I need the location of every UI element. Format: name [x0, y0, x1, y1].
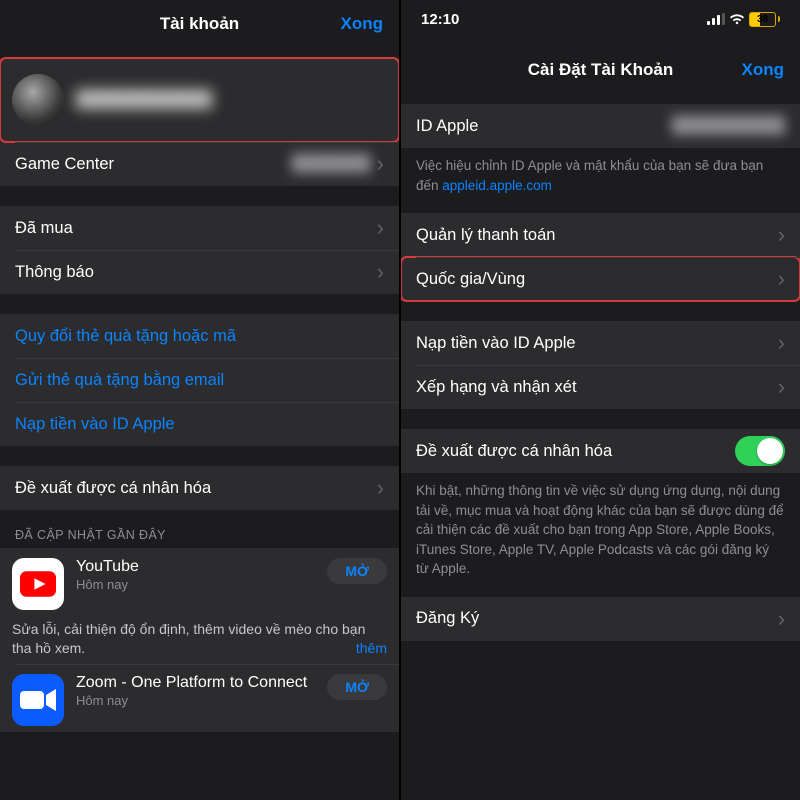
app-update-time: Hôm nay: [76, 693, 327, 708]
chevron-right-icon: ›: [377, 259, 384, 285]
wifi-icon: [729, 13, 745, 25]
apple-id-row[interactable]: ID Apple ██████████: [401, 104, 800, 148]
row-label: Đăng Ký: [416, 609, 772, 628]
account-settings-screen: 12:10 38 Cài Đặt Tài Khoản Xong ID Apple…: [399, 0, 800, 800]
profile-name-redacted: ████████████: [76, 90, 387, 109]
row-label: Game Center: [15, 155, 291, 174]
row-label: Đề xuất được cá nhân hóa: [15, 479, 371, 498]
redeem-gift-card-row[interactable]: Quy đổi thẻ quà tặng hoặc mã: [0, 314, 399, 358]
status-bar: 12:10 38: [401, 0, 800, 32]
nav-bar: Cài Đặt Tài Khoản Xong: [401, 46, 800, 94]
more-link[interactable]: thêm: [356, 639, 387, 658]
nav-title: Cài Đặt Tài Khoản: [528, 60, 673, 80]
manage-payments-row[interactable]: Quản lý thanh toán ›: [401, 213, 800, 257]
add-funds-row[interactable]: Nạp tiền vào ID Apple ›: [401, 321, 800, 365]
apple-id-profile-row[interactable]: ████████████: [0, 58, 399, 142]
nav-title: Tài khoản: [160, 14, 239, 34]
row-label: Nạp tiền vào ID Apple: [15, 415, 384, 434]
account-sheet: Tài khoản Xong ████████████ Game Center …: [0, 0, 399, 800]
battery-icon: 38: [749, 12, 780, 27]
row-label: Nạp tiền vào ID Apple: [416, 334, 772, 353]
app-name: YouTube: [76, 558, 327, 576]
app-update-row[interactable]: Zoom - One Platform to Connect Hôm nay M…: [0, 664, 399, 732]
chevron-right-icon: ›: [377, 215, 384, 241]
chevron-right-icon: ›: [778, 374, 785, 400]
status-time: 12:10: [421, 11, 459, 28]
game-center-row[interactable]: Game Center ███████ ›: [0, 142, 399, 186]
add-funds-row[interactable]: Nạp tiền vào ID Apple: [0, 402, 399, 446]
appleid-link[interactable]: appleid.apple.com: [442, 178, 552, 193]
apple-id-footer: Việc hiệu chỉnh ID Apple và mật khẩu của…: [401, 148, 800, 209]
youtube-icon: [12, 558, 64, 610]
chevron-right-icon: ›: [778, 266, 785, 292]
open-button[interactable]: MỞ: [327, 558, 387, 584]
personalized-toggle[interactable]: [735, 436, 785, 466]
row-value-redacted: ███████: [291, 155, 370, 173]
row-label: Quốc gia/Vùng: [416, 270, 772, 289]
chevron-right-icon: ›: [377, 151, 384, 177]
cellular-icon: [707, 13, 725, 25]
personalized-recs-row: Đề xuất được cá nhân hóa: [401, 429, 800, 473]
row-label: Quản lý thanh toán: [416, 226, 772, 245]
open-button[interactable]: MỞ: [327, 674, 387, 700]
country-region-row[interactable]: Quốc gia/Vùng ›: [401, 257, 800, 301]
chevron-right-icon: ›: [778, 330, 785, 356]
release-notes: Sửa lỗi, cải thiện độ ổn định, thêm vide…: [12, 620, 387, 658]
personalized-footer: Khi bật, những thông tin về việc sử dụng…: [401, 473, 800, 593]
updated-recently-header: ĐÃ CẬP NHẬT GẦN ĐÂY: [0, 510, 399, 548]
chevron-right-icon: ›: [778, 222, 785, 248]
nav-bar: Tài khoản Xong: [0, 0, 399, 48]
notifications-row[interactable]: Thông báo ›: [0, 250, 399, 294]
app-name: Zoom - One Platform to Connect: [76, 674, 327, 692]
avatar: [12, 74, 64, 126]
send-gift-card-row[interactable]: Gửi thẻ quà tặng bằng email: [0, 358, 399, 402]
zoom-icon: [12, 674, 64, 726]
row-label: Gửi thẻ quà tặng bằng email: [15, 371, 384, 390]
personalized-recs-row[interactable]: Đề xuất được cá nhân hóa ›: [0, 466, 399, 510]
row-label: Thông báo: [15, 263, 371, 282]
app-update-row[interactable]: YouTube Hôm nay MỞ Sửa lỗi, cải thiện độ…: [0, 548, 399, 664]
done-button[interactable]: Xong: [742, 60, 785, 80]
ratings-reviews-row[interactable]: Xếp hạng và nhận xét ›: [401, 365, 800, 409]
chevron-right-icon: ›: [778, 606, 785, 632]
row-label: ID Apple: [416, 117, 672, 136]
row-label: Xếp hạng và nhận xét: [416, 378, 772, 397]
apple-id-value-redacted: ██████████: [672, 117, 785, 135]
done-button[interactable]: Xong: [341, 14, 384, 34]
chevron-right-icon: ›: [377, 475, 384, 501]
row-label: Đã mua: [15, 219, 371, 238]
app-update-time: Hôm nay: [76, 577, 327, 592]
subscriptions-row[interactable]: Đăng Ký ›: [401, 597, 800, 641]
row-label: Đề xuất được cá nhân hóa: [416, 442, 735, 461]
purchased-row[interactable]: Đã mua ›: [0, 206, 399, 250]
row-label: Quy đổi thẻ quà tặng hoặc mã: [15, 327, 384, 346]
